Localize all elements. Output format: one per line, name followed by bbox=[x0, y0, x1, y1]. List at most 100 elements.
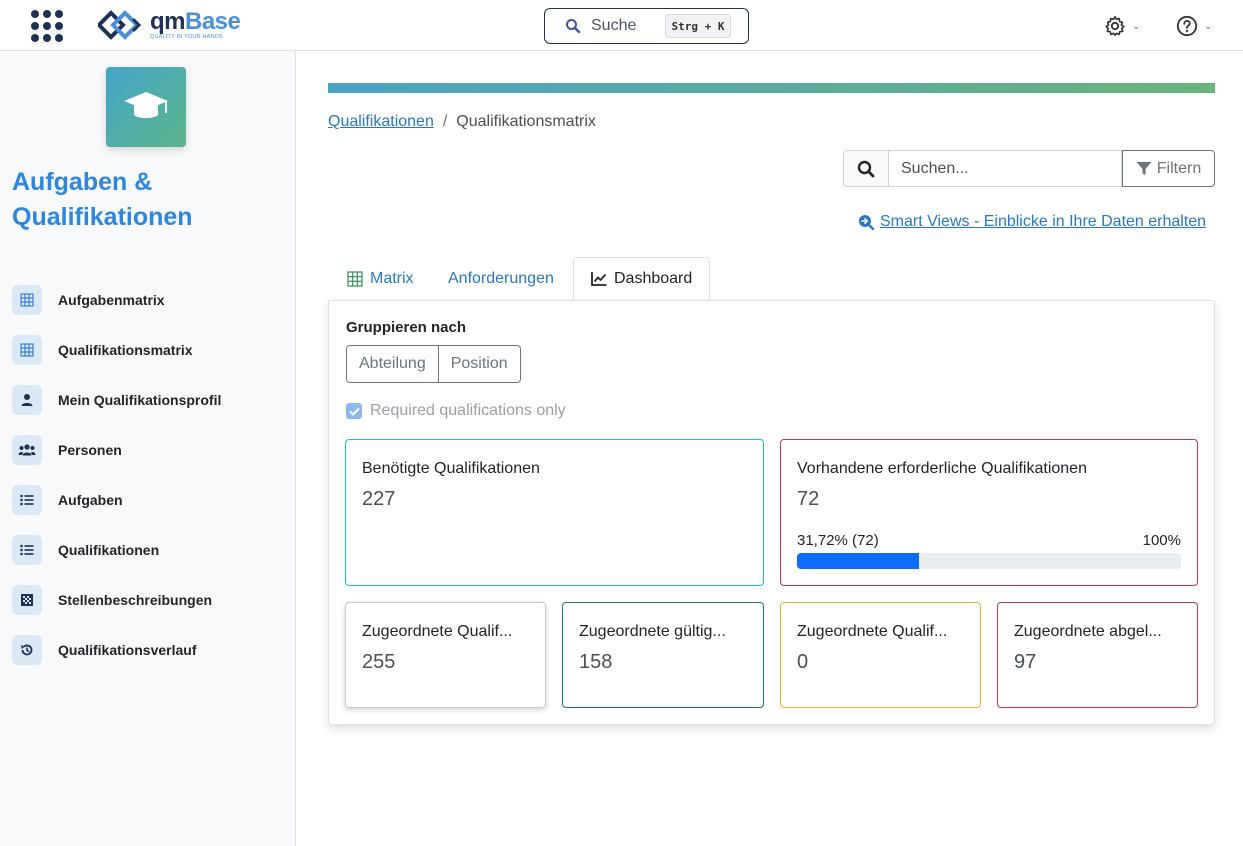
card-title: Zugeordnete Qualif... bbox=[362, 623, 513, 640]
search-icon bbox=[566, 19, 581, 34]
filter-button-label: Filtern bbox=[1156, 159, 1202, 177]
card-assigned-expired[interactable]: Zugeordnete abgel... 97 bbox=[997, 602, 1198, 708]
tab-dashboard[interactable]: Dashboard bbox=[573, 257, 711, 300]
sidebar-item-mein-qualifikationsprofil[interactable]: Mein Qualifikationsprofil bbox=[12, 375, 292, 425]
group-by-position-button[interactable]: Position bbox=[438, 345, 521, 383]
graduation-cap-icon bbox=[124, 92, 168, 118]
card-assigned-qualifications[interactable]: Zugeordnete Qualif... 255 bbox=[345, 602, 546, 708]
progress-bar bbox=[797, 553, 1181, 569]
module-title: Aufgaben & Qualifikationen bbox=[12, 168, 193, 231]
sidebar-item-label: Qualifikationen bbox=[58, 542, 160, 558]
module-icon bbox=[106, 67, 186, 147]
filter-button[interactable]: Filtern bbox=[1122, 150, 1215, 187]
logo-name: qmBase bbox=[150, 7, 241, 35]
grid-icon bbox=[12, 285, 42, 315]
history-icon bbox=[12, 635, 42, 665]
card-value: 97 bbox=[1014, 651, 1037, 673]
list-icon bbox=[12, 535, 42, 565]
sidebar-item-label: Mein Qualifikationsprofil bbox=[58, 392, 222, 408]
progress-labels: 31,72% (72) 100% bbox=[797, 532, 1181, 549]
group-by-label: Gruppieren nach bbox=[346, 319, 467, 336]
tab-label: Anforderungen bbox=[448, 269, 554, 287]
sidebar-item-qualifikationen[interactable]: Qualifikationen bbox=[12, 525, 292, 575]
check-icon bbox=[348, 407, 360, 416]
sidebar-item-qualifikationsverlauf[interactable]: Qualifikationsverlauf bbox=[12, 625, 292, 675]
app-launcher-icon[interactable] bbox=[31, 10, 63, 42]
users-icon bbox=[12, 435, 42, 465]
filter-icon bbox=[1136, 162, 1152, 175]
required-only-row: Required qualifications only bbox=[346, 402, 566, 420]
card-title: Zugeordnete abgel... bbox=[1014, 623, 1162, 640]
group-by-abteilung-button[interactable]: Abteilung bbox=[346, 345, 439, 383]
sidebar-item-label: Aufgaben bbox=[58, 492, 123, 508]
progress-bar-fill bbox=[797, 553, 919, 569]
user-icon bbox=[12, 385, 42, 415]
question-circle-icon bbox=[1176, 15, 1198, 37]
card-assigned-expiring[interactable]: Zugeordnete Qualif... 0 bbox=[780, 602, 981, 708]
card-value: 158 bbox=[579, 651, 613, 673]
chevron-down-icon: ⌄ bbox=[1132, 20, 1141, 32]
search-group: Filtern bbox=[843, 150, 1215, 187]
breadcrumb-link-qualifikationen[interactable]: Qualifikationen bbox=[328, 113, 434, 131]
chevron-down-icon: ⌄ bbox=[1204, 20, 1213, 32]
card-value: 255 bbox=[362, 651, 396, 673]
card-title: Zugeordnete Qualif... bbox=[797, 623, 948, 640]
search-arrow-icon bbox=[859, 215, 874, 230]
sidebar-item-label: Stellenbeschreibungen bbox=[58, 592, 213, 608]
smart-views-link-label: Smart Views - Einblicke in Ihre Daten er… bbox=[880, 213, 1207, 230]
required-only-label: Required qualifications only bbox=[370, 402, 566, 419]
smart-views-link[interactable]: Smart Views - Einblicke in Ihre Daten er… bbox=[858, 213, 1206, 231]
progress-max-label: 100% bbox=[1142, 532, 1181, 549]
breadcrumb-current: Qualifikationsmatrix bbox=[456, 113, 596, 130]
grid-icon bbox=[12, 335, 42, 365]
required-only-checkbox[interactable] bbox=[346, 403, 362, 419]
qmbase-logo[interactable]: qmBase QUALITY IN YOUR HANDS bbox=[98, 7, 241, 42]
sidebar-item-label: Qualifikationsverlauf bbox=[58, 642, 197, 658]
sidebar: Aufgaben & Qualifikationen Aufgabenmatri… bbox=[0, 51, 296, 846]
logo-mark-icon bbox=[98, 10, 142, 40]
top-bar: qmBase QUALITY IN YOUR HANDS Suche Strg … bbox=[0, 0, 1243, 51]
tab-label: Dashboard bbox=[614, 269, 693, 287]
card-title: Zugeordnete gültig... bbox=[579, 623, 726, 640]
search-shortcut-badge: Strg + K bbox=[665, 14, 731, 38]
search-input[interactable] bbox=[889, 150, 1122, 187]
card-needed-qualifications[interactable]: Benötigte Qualifikationen 227 bbox=[345, 439, 764, 586]
sidebar-item-label: Qualifikationsmatrix bbox=[58, 342, 193, 358]
card-title: Benötigte Qualifikationen bbox=[362, 460, 540, 477]
group-by-toggle: Abteilung Position bbox=[346, 345, 521, 383]
sidebar-item-label: Aufgabenmatrix bbox=[58, 292, 165, 308]
tab-matrix[interactable]: Matrix bbox=[347, 257, 414, 300]
breadcrumb: Qualifikationen / Qualifikationsmatrix bbox=[328, 113, 596, 131]
sidebar-item-aufgabenmatrix[interactable]: Aufgabenmatrix bbox=[12, 275, 292, 325]
sidebar-item-stellenbeschreibungen[interactable]: Stellenbeschreibungen bbox=[12, 575, 292, 625]
settings-menu-button[interactable]: ⌄ bbox=[1104, 14, 1140, 38]
dashboard-panel: Gruppieren nach Abteilung Position Requi… bbox=[328, 300, 1215, 725]
card-value: 227 bbox=[362, 488, 396, 510]
search-icon bbox=[843, 150, 889, 187]
list-icon bbox=[12, 485, 42, 515]
line-chart-icon bbox=[591, 272, 607, 286]
sidebar-item-personen[interactable]: Personen bbox=[12, 425, 292, 475]
table-icon bbox=[347, 270, 363, 287]
progress-value-label: 31,72% (72) bbox=[797, 532, 879, 549]
header-gradient-bar bbox=[328, 83, 1215, 93]
tab-anforderungen[interactable]: Anforderungen bbox=[448, 257, 554, 300]
tab-label: Matrix bbox=[370, 269, 414, 287]
card-assigned-valid[interactable]: Zugeordnete gültig... 158 bbox=[562, 602, 764, 708]
global-search-button[interactable]: Suche Strg + K bbox=[544, 8, 749, 44]
gear-icon bbox=[1105, 16, 1125, 36]
sidebar-nav: Aufgabenmatrix Qualifikationsmatrix Mein… bbox=[12, 275, 292, 675]
help-menu-button[interactable]: ⌄ bbox=[1176, 14, 1212, 38]
sidebar-item-label: Personen bbox=[58, 442, 122, 458]
global-search-label: Suche bbox=[591, 17, 637, 34]
card-value: 0 bbox=[797, 651, 809, 673]
card-value: 72 bbox=[797, 488, 820, 510]
breadcrumb-separator: / bbox=[442, 113, 448, 130]
card-title: Vorhandene erforderliche Qualifikationen bbox=[797, 460, 1087, 477]
card-existing-required-qualifications[interactable]: Vorhandene erforderliche Qualifikationen… bbox=[780, 439, 1198, 586]
sidebar-item-qualifikationsmatrix[interactable]: Qualifikationsmatrix bbox=[12, 325, 292, 375]
checkered-icon bbox=[12, 585, 42, 615]
sidebar-item-aufgaben[interactable]: Aufgaben bbox=[12, 475, 292, 525]
tab-bar: Matrix Anforderungen Dashboard bbox=[328, 257, 1215, 300]
logo-tagline: QUALITY IN YOUR HANDS bbox=[150, 33, 223, 40]
